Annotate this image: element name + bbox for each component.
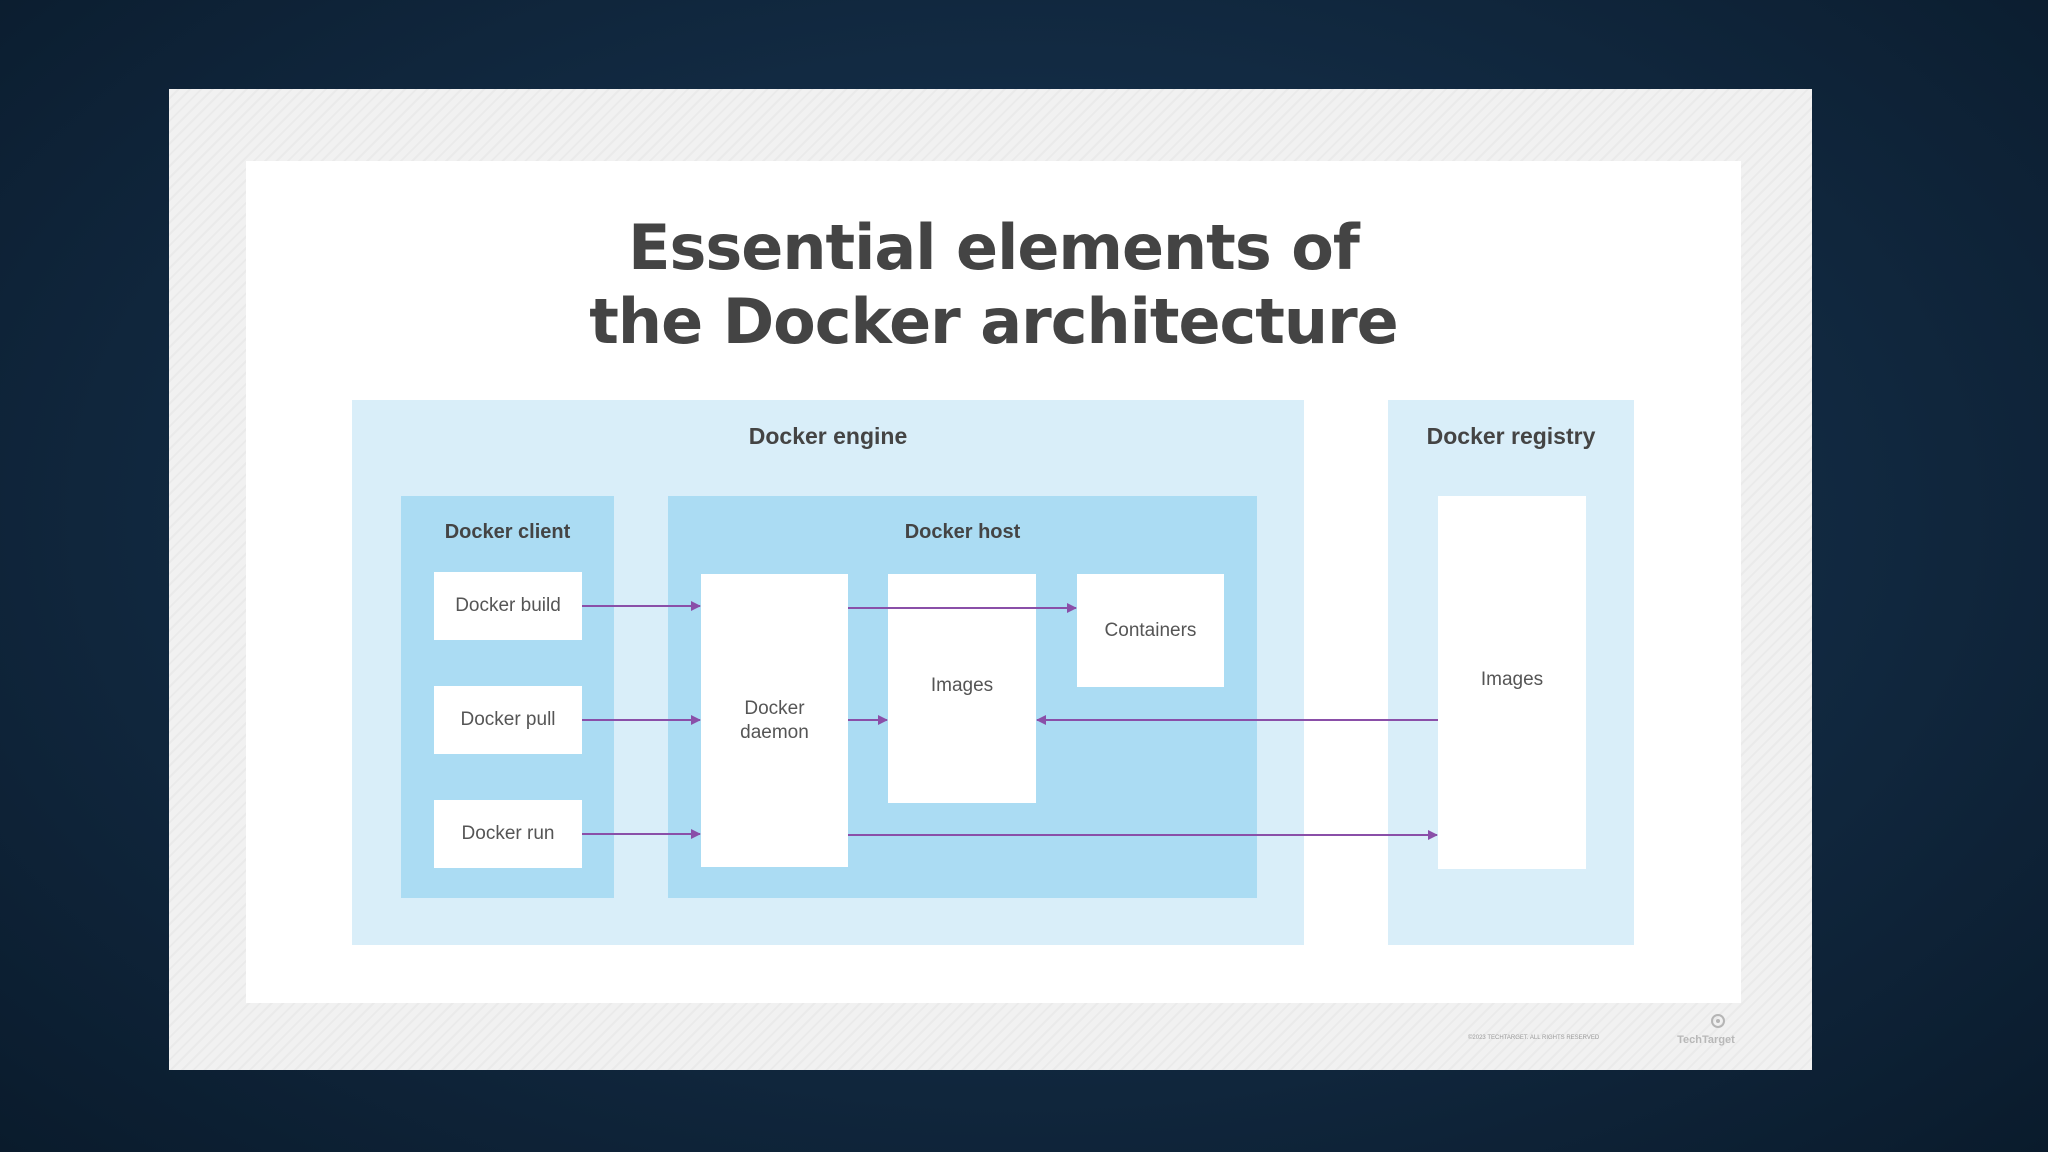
- techtarget-logo: TechTarget: [1677, 1014, 1735, 1046]
- connector-arrows: [582, 601, 1438, 840]
- figure-footer: ©2023 TECHTARGET. ALL RIGHTS RESERVED Te…: [1468, 1013, 1744, 1049]
- copyright-text: ©2023 TECHTARGET. ALL RIGHTS RESERVED: [1468, 1035, 1600, 1041]
- logo-text: TechTarget: [1677, 1034, 1735, 1046]
- diagram-figure: Essential elements of the Docker archite…: [246, 161, 1741, 1003]
